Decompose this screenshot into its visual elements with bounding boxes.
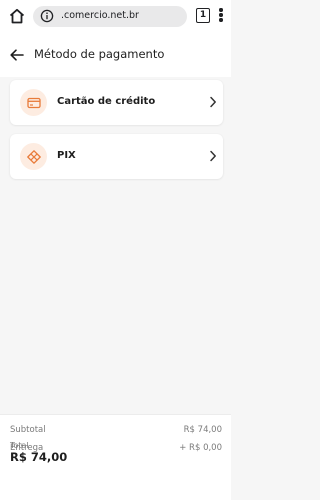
payment-option-label: Cartão de crédito bbox=[57, 96, 156, 107]
info-icon[interactable] bbox=[40, 9, 54, 23]
total-block: Total R$ 74,00 bbox=[0, 440, 231, 500]
address-bar[interactable]: .comercio.net.br bbox=[33, 6, 187, 27]
more-menu-icon[interactable] bbox=[218, 7, 224, 25]
chevron-right-icon bbox=[210, 96, 216, 108]
tab-switcher-button[interactable]: 1 bbox=[196, 8, 210, 23]
total-label: Total bbox=[10, 441, 29, 450]
back-arrow-icon[interactable] bbox=[9, 47, 25, 63]
url-text: .comercio.net.br bbox=[61, 10, 139, 21]
payment-option-credit-card[interactable]: Cartão de crédito bbox=[10, 80, 223, 125]
home-icon[interactable] bbox=[8, 7, 26, 25]
chevron-right-icon bbox=[210, 150, 216, 162]
page-title: Método de pagamento bbox=[34, 47, 165, 61]
payment-option-label: PIX bbox=[57, 150, 76, 161]
page-header: Método de pagamento bbox=[0, 33, 231, 77]
total-value: R$ 74,00 bbox=[10, 450, 68, 464]
credit-card-icon-badge bbox=[20, 89, 47, 116]
pix-icon-badge bbox=[20, 143, 47, 170]
credit-card-icon bbox=[26, 97, 41, 108]
subtotal-label: Subtotal bbox=[10, 425, 46, 435]
pix-icon bbox=[26, 149, 41, 164]
subtotal-value: R$ 74,00 bbox=[183, 425, 222, 435]
payment-option-pix[interactable]: PIX bbox=[10, 134, 223, 179]
browser-toolbar: .comercio.net.br 1 bbox=[0, 0, 231, 33]
